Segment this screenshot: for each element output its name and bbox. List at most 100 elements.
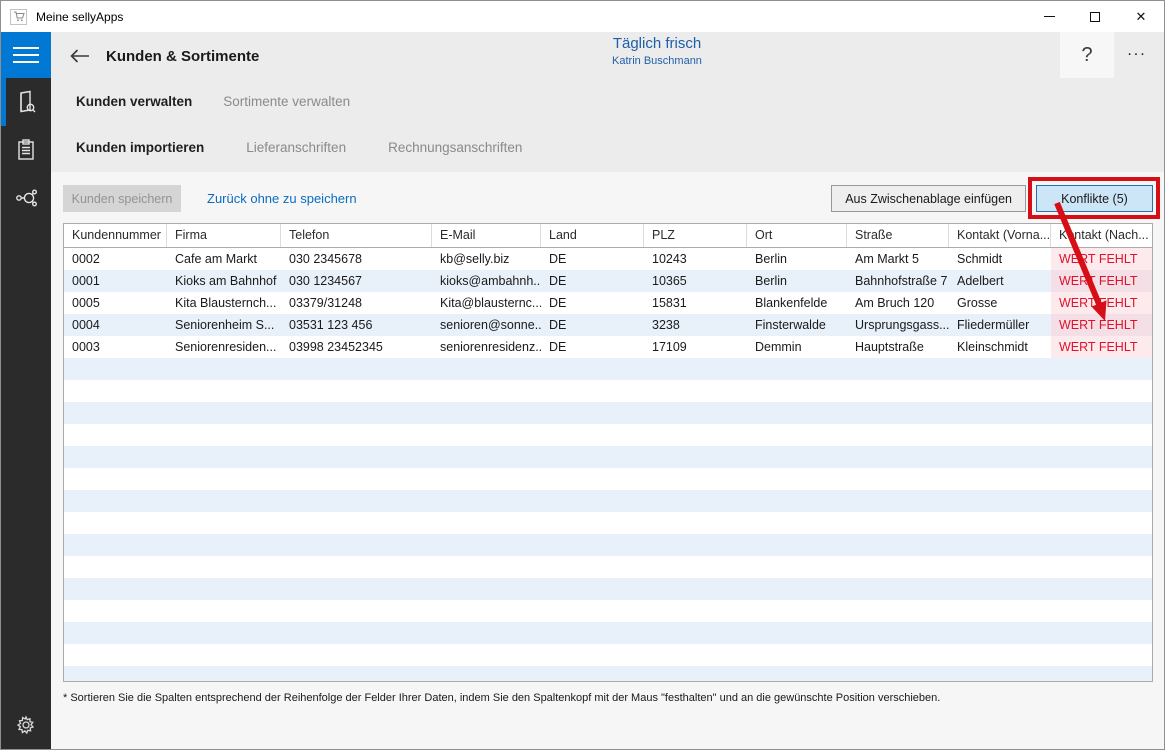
empty-table-row (64, 424, 1152, 446)
table-cell[interactable]: 15831 (644, 292, 747, 314)
missing-value-cell[interactable]: WERT FEHLT (1051, 292, 1152, 314)
tab-kunden-verwalten[interactable]: Kunden verwalten (76, 94, 192, 109)
table-cell[interactable]: 030 1234567 (281, 270, 432, 292)
tab-kunden-importieren[interactable]: Kunden importieren (76, 140, 204, 155)
sidebar-item-settings[interactable] (1, 701, 51, 749)
column-header[interactable]: PLZ (644, 224, 747, 247)
tab-rechnungsanschriften[interactable]: Rechnungsanschriften (388, 140, 522, 155)
column-header[interactable]: Kontakt (Nach... (1051, 224, 1152, 247)
table-cell[interactable]: 030 2345678 (281, 248, 432, 270)
table-cell[interactable]: Kioks am Bahnhof (167, 270, 281, 292)
hamburger-menu-button[interactable] (1, 32, 51, 78)
back-without-saving-link[interactable]: Zurück ohne zu speichern (207, 191, 357, 206)
hamburger-icon (13, 47, 39, 49)
column-header[interactable]: Land (541, 224, 644, 247)
gear-icon (14, 713, 38, 737)
tab-lieferanschriften[interactable]: Lieferanschriften (246, 140, 346, 155)
table-cell[interactable]: Blankenfelde (747, 292, 847, 314)
table-cell[interactable]: kb@selly.biz (432, 248, 541, 270)
table-cell[interactable]: Fliedermüller (949, 314, 1051, 336)
table-body: 0002Cafe am Markt030 2345678kb@selly.biz… (64, 248, 1152, 681)
back-button[interactable] (63, 39, 97, 73)
empty-table-row (64, 358, 1152, 380)
table-cell[interactable]: Kita@blausternc... (432, 292, 541, 314)
table-cell[interactable]: 10243 (644, 248, 747, 270)
table-cell[interactable]: senioren@sonne... (432, 314, 541, 336)
table-row[interactable]: 0005Kita Blausternch...03379/31248Kita@b… (64, 292, 1152, 314)
table-row[interactable]: 0002Cafe am Markt030 2345678kb@selly.biz… (64, 248, 1152, 270)
table-cell[interactable]: Finsterwalde (747, 314, 847, 336)
table-cell[interactable]: Demmin (747, 336, 847, 358)
table-cell[interactable]: 0004 (64, 314, 167, 336)
save-customers-button[interactable]: Kunden speichern (63, 185, 181, 212)
table-cell[interactable]: 0003 (64, 336, 167, 358)
empty-table-row (64, 556, 1152, 578)
table-cell[interactable]: Adelbert (949, 270, 1051, 292)
empty-table-row (64, 512, 1152, 534)
column-header[interactable]: E-Mail (432, 224, 541, 247)
missing-value-cell[interactable]: WERT FEHLT (1051, 314, 1152, 336)
tab-sortimente-verwalten[interactable]: Sortimente verwalten (223, 94, 350, 109)
help-button[interactable]: ? (1060, 32, 1114, 78)
close-button[interactable]: ✕ (1118, 1, 1164, 32)
empty-table-row (64, 600, 1152, 622)
column-header[interactable]: Ort (747, 224, 847, 247)
column-header[interactable]: Kontakt (Vorna... (949, 224, 1051, 247)
empty-table-row (64, 622, 1152, 644)
table-cell[interactable]: Kita Blausternch... (167, 292, 281, 314)
table-cell[interactable]: DE (541, 270, 644, 292)
table-row[interactable]: 0004Seniorenheim S...03531 123 456senior… (64, 314, 1152, 336)
table-row[interactable]: 0003Seniorenresiden...03998 23452345seni… (64, 336, 1152, 358)
missing-value-cell[interactable]: WERT FEHLT (1051, 336, 1152, 358)
column-header[interactable]: Firma (167, 224, 281, 247)
table-cell[interactable]: 0002 (64, 248, 167, 270)
table-cell[interactable]: 03379/31248 (281, 292, 432, 314)
sidebar-item-customers[interactable] (1, 78, 51, 126)
table-cell[interactable]: Kleinschmidt (949, 336, 1051, 358)
column-header[interactable]: Straße (847, 224, 949, 247)
table-cell[interactable]: 3238 (644, 314, 747, 336)
table-cell[interactable]: Seniorenheim S... (167, 314, 281, 336)
missing-value-cell[interactable]: WERT FEHLT (1051, 248, 1152, 270)
table-cell[interactable]: Bahnhofstraße 7 (847, 270, 949, 292)
table-cell[interactable]: Am Bruch 120 (847, 292, 949, 314)
table-cell[interactable]: Ursprungsgass... (847, 314, 949, 336)
table-cell[interactable]: 10365 (644, 270, 747, 292)
app-window: Meine sellyApps ✕ (0, 0, 1165, 750)
table-cell[interactable]: Am Markt 5 (847, 248, 949, 270)
minimize-button[interactable] (1026, 1, 1072, 32)
table-cell[interactable]: seniorenresidenz... (432, 336, 541, 358)
table-cell[interactable]: Hauptstraße (847, 336, 949, 358)
clipboard-icon (15, 138, 37, 162)
table-cell[interactable]: DE (541, 336, 644, 358)
cart-icon (13, 11, 25, 22)
table-cell[interactable]: Schmidt (949, 248, 1051, 270)
maximize-button[interactable] (1072, 1, 1118, 32)
sidebar-item-orders[interactable] (1, 126, 51, 174)
sidebar-spacer (1, 222, 51, 701)
table-cell[interactable]: Seniorenresiden... (167, 336, 281, 358)
table-cell[interactable]: 17109 (644, 336, 747, 358)
sidebar-item-share[interactable] (1, 174, 51, 222)
table-cell[interactable]: kioks@ambahnh... (432, 270, 541, 292)
column-header[interactable]: Telefon (281, 224, 432, 247)
table-cell[interactable]: DE (541, 314, 644, 336)
more-options-button[interactable]: ... (1118, 32, 1156, 78)
conflicts-button[interactable]: Konflikte (5) (1036, 185, 1153, 212)
toolbar: Kunden speichern Zurück ohne zu speicher… (51, 185, 1165, 212)
account-info[interactable]: Täglich frisch Katrin Buschmann (571, 35, 743, 67)
table-row[interactable]: 0001Kioks am Bahnhof030 1234567kioks@amb… (64, 270, 1152, 292)
table-cell[interactable]: 03531 123 456 (281, 314, 432, 336)
table-cell[interactable]: Cafe am Markt (167, 248, 281, 270)
table-cell[interactable]: 0001 (64, 270, 167, 292)
table-cell[interactable]: DE (541, 292, 644, 314)
table-cell[interactable]: DE (541, 248, 644, 270)
paste-from-clipboard-button[interactable]: Aus Zwischenablage einfügen (831, 185, 1026, 212)
table-cell[interactable]: 03998 23452345 (281, 336, 432, 358)
table-cell[interactable]: Berlin (747, 248, 847, 270)
table-cell[interactable]: Berlin (747, 270, 847, 292)
column-header[interactable]: Kundennummer (64, 224, 167, 247)
missing-value-cell[interactable]: WERT FEHLT (1051, 270, 1152, 292)
table-cell[interactable]: Grosse (949, 292, 1051, 314)
table-cell[interactable]: 0005 (64, 292, 167, 314)
